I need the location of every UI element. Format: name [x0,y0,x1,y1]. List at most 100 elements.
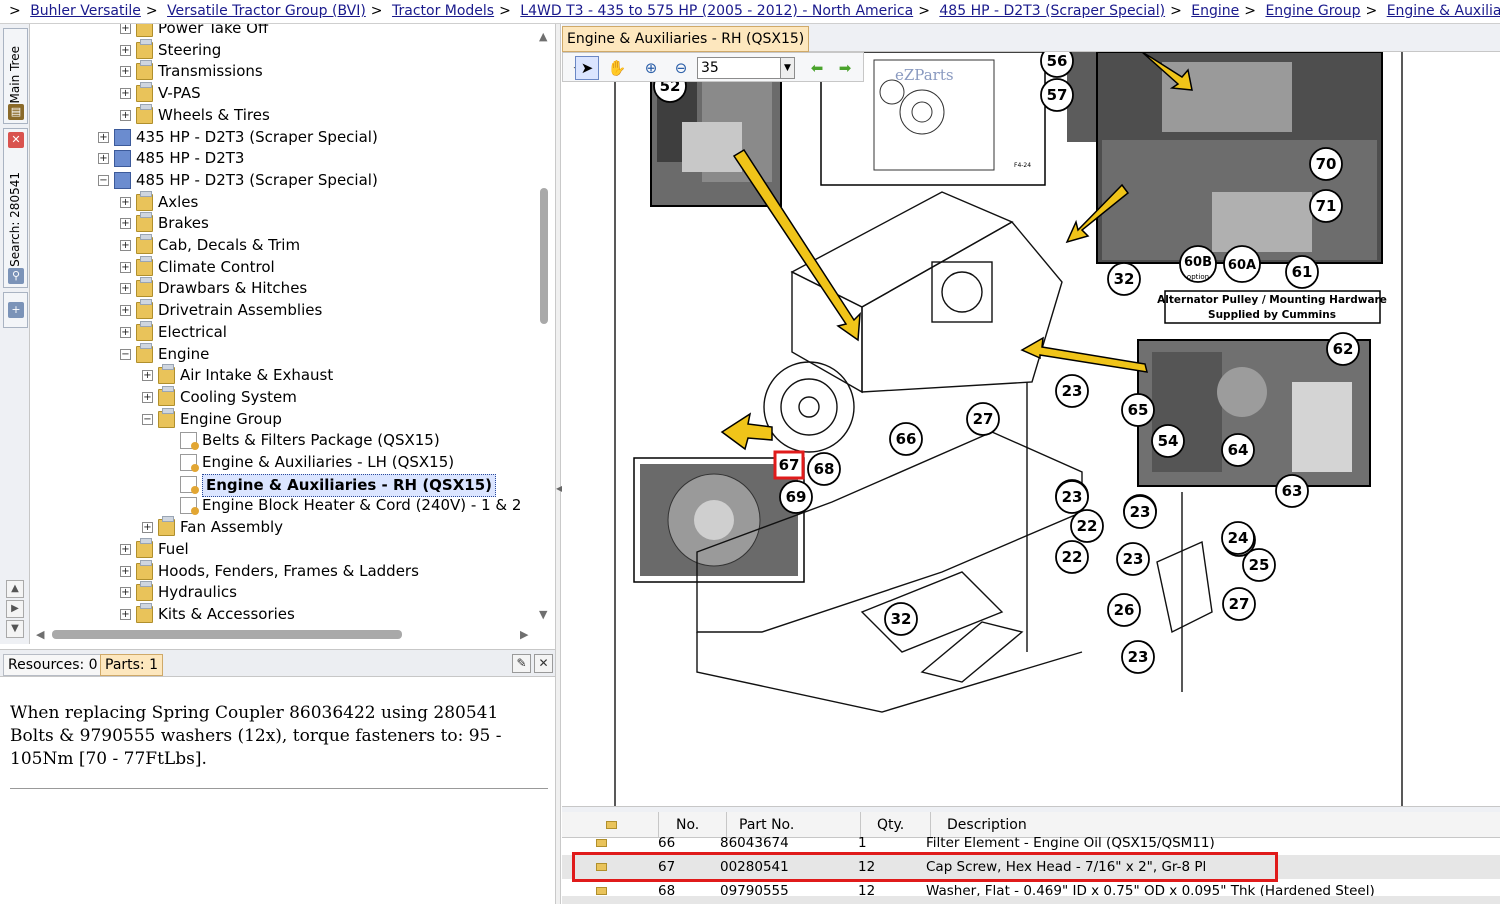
tree-item-label[interactable]: Engine & Auxiliaries - LH (QSX15) [202,452,454,473]
tree-item[interactable]: + Axles [34,190,534,213]
breadcrumb-item[interactable]: Engine [1191,3,1239,19]
collapse-icon[interactable]: − [98,174,109,186]
expand-icon[interactable]: + [120,261,131,273]
tab-resources[interactable]: Resources: 0 [3,654,103,676]
back-arrow-button[interactable]: ⬅ [805,56,829,80]
parts-horizontal-scrollbar[interactable] [562,896,1500,904]
callout-22[interactable]: 22 [1070,509,1104,543]
expand-icon[interactable]: + [120,109,131,121]
tree-item[interactable]: Belts & Filters Package (QSX15) [34,430,534,451]
tree-item[interactable]: + Transmissions [34,60,534,82]
scroll-right-icon[interactable]: ▶ [520,628,528,641]
expand-icon[interactable]: + [120,305,131,317]
tree-item-label[interactable]: Brakes [158,213,209,234]
pan-tool-button[interactable]: ✋ [605,56,629,80]
tree-item[interactable]: + Power Take Off [34,24,534,39]
callout-61[interactable]: 61 [1285,255,1319,289]
chevron-down-icon[interactable]: ▼ [780,58,794,78]
breadcrumb-item[interactable]: Engine Group [1265,3,1360,19]
forward-arrow-button[interactable]: ➡ [833,56,857,80]
callout-23[interactable]: 23 [1116,542,1150,576]
tree-item-label[interactable]: 485 HP - D2T3 (Scraper Special) [136,170,378,191]
callout-32[interactable]: 32 [884,602,918,636]
breadcrumb-item[interactable]: Tractor Models [392,3,494,19]
tree-vertical-scrollbar[interactable]: ▲ ▼ [535,28,553,626]
breadcrumb-item[interactable]: 485 HP - D2T3 (Scraper Special) [939,3,1165,19]
callout-32[interactable]: 32 [1107,262,1141,296]
collapse-icon[interactable]: − [142,413,153,425]
parts-diagram[interactable]: F4-24 Alternator Pulley / Mounting Hardw… [562,52,1500,806]
tree-item[interactable]: + Brakes [34,212,534,234]
tree-item-label[interactable]: Steering [158,40,221,61]
tree-item[interactable]: +435 HP - D2T3 (Scraper Special) [34,127,534,148]
expand-icon[interactable]: + [120,565,131,577]
tree-item-label[interactable]: Kits & Accessories [158,604,295,625]
tree-item-label[interactable]: Engine [158,344,209,365]
tree-item[interactable]: + Air Intake & Exhaust [34,364,534,386]
scroll-down-icon[interactable]: ▼ [539,608,547,621]
tree-item[interactable]: + Fuel [34,537,534,560]
callout-25[interactable]: 25 [1242,548,1276,582]
tree-item[interactable]: + Fan Assembly [34,516,534,538]
tree-item-label[interactable]: Fan Assembly [180,517,283,538]
tree-item[interactable]: Engine & Auxiliaries - LH (QSX15) [34,452,534,473]
breadcrumb-item[interactable]: L4WD T3 - 435 to 575 HP (2005 - 2012) - … [520,3,913,19]
expand-icon[interactable]: + [120,326,131,338]
diagram-tab[interactable]: Engine & Auxiliaries - RH (QSX15) [562,26,810,52]
tree-item[interactable]: + Kits & Accessories [34,602,534,625]
callout-71[interactable]: 71 [1309,189,1343,223]
tree-item-label[interactable]: Engine Group [180,409,282,430]
tree-item-label[interactable]: 435 HP - D2T3 (Scraper Special) [136,127,378,148]
tree-item[interactable]: + Steering [34,38,534,61]
expand-icon[interactable]: + [120,88,131,100]
expand-icon[interactable]: + [120,66,131,78]
callout-69[interactable]: 69 [779,480,813,514]
tree-item[interactable]: + V-PAS [34,82,534,104]
diagram-vertical-scrollbar[interactable] [1486,52,1500,806]
tree-item-label[interactable]: V-PAS [158,83,201,104]
tree-item-label[interactable]: Drawbars & Hitches [158,278,307,299]
tree-item[interactable]: + Cab, Decals & Trim [34,234,534,256]
tree-item-label[interactable]: Climate Control [158,257,275,278]
tree-item-label[interactable]: Hydraulics [158,582,237,603]
pin-icon[interactable]: ✎ [512,654,531,673]
expand-icon[interactable]: + [120,196,131,208]
tree-item-label[interactable]: Cab, Decals & Trim [158,235,300,256]
expand-icon[interactable]: + [98,131,109,143]
close-icon[interactable]: ✕ [534,654,553,673]
collapse-icon[interactable]: − [120,348,131,360]
callout-27[interactable]: 27 [966,402,1000,436]
diagram-canvas[interactable]: F4-24 Alternator Pulley / Mounting Hardw… [562,52,1500,806]
callout-57[interactable]: 57 [1040,78,1074,112]
nav-right-button[interactable]: ▶ [6,600,24,618]
tree-item-label[interactable]: Cooling System [180,387,297,408]
tree-item[interactable]: + Hoods, Fenders, Frames & Ladders [34,559,534,582]
callout-24[interactable]: 24 [1221,521,1255,555]
scroll-thumb[interactable] [540,188,548,324]
callout-62[interactable]: 62 [1326,332,1360,366]
expand-icon[interactable]: + [98,153,109,165]
callout-64[interactable]: 64 [1221,433,1255,467]
expand-icon[interactable]: + [142,391,153,403]
scroll-thumb[interactable] [52,630,402,639]
callout-63[interactable]: 63 [1275,474,1309,508]
expand-icon[interactable]: + [120,608,131,620]
tree-item[interactable]: Engine & Auxiliaries - RH (QSX15) [34,473,534,497]
tree-item[interactable]: + Wheels & Tires [34,103,534,126]
callout-67[interactable]: 67 [773,450,805,480]
tree-item-label[interactable]: Air Intake & Exhaust [180,365,333,386]
callout-26[interactable]: 26 [1107,593,1141,627]
tree-item-label[interactable]: Belts & Filters Package (QSX15) [202,430,440,451]
callout-22[interactable]: 22 [1055,540,1089,574]
callout-60a[interactable]: 60A [1223,245,1261,283]
tree-item[interactable]: + Climate Control [34,255,534,278]
zoom-out-button[interactable]: ⊖ [669,56,693,80]
callout-70[interactable]: 70 [1309,147,1343,181]
zoom-select[interactable]: ▼ [697,57,795,79]
close-icon[interactable]: ✕ [8,132,24,148]
callout-65[interactable]: 65 [1121,393,1155,427]
expand-icon[interactable]: + [120,240,131,251]
table-row[interactable]: 67 00280541 12 Cap Screw, Hex Head - 7/16" … [562,855,1500,879]
panel-splitter[interactable]: ◀ [555,24,562,904]
callout-56[interactable]: 56 [1040,52,1074,78]
